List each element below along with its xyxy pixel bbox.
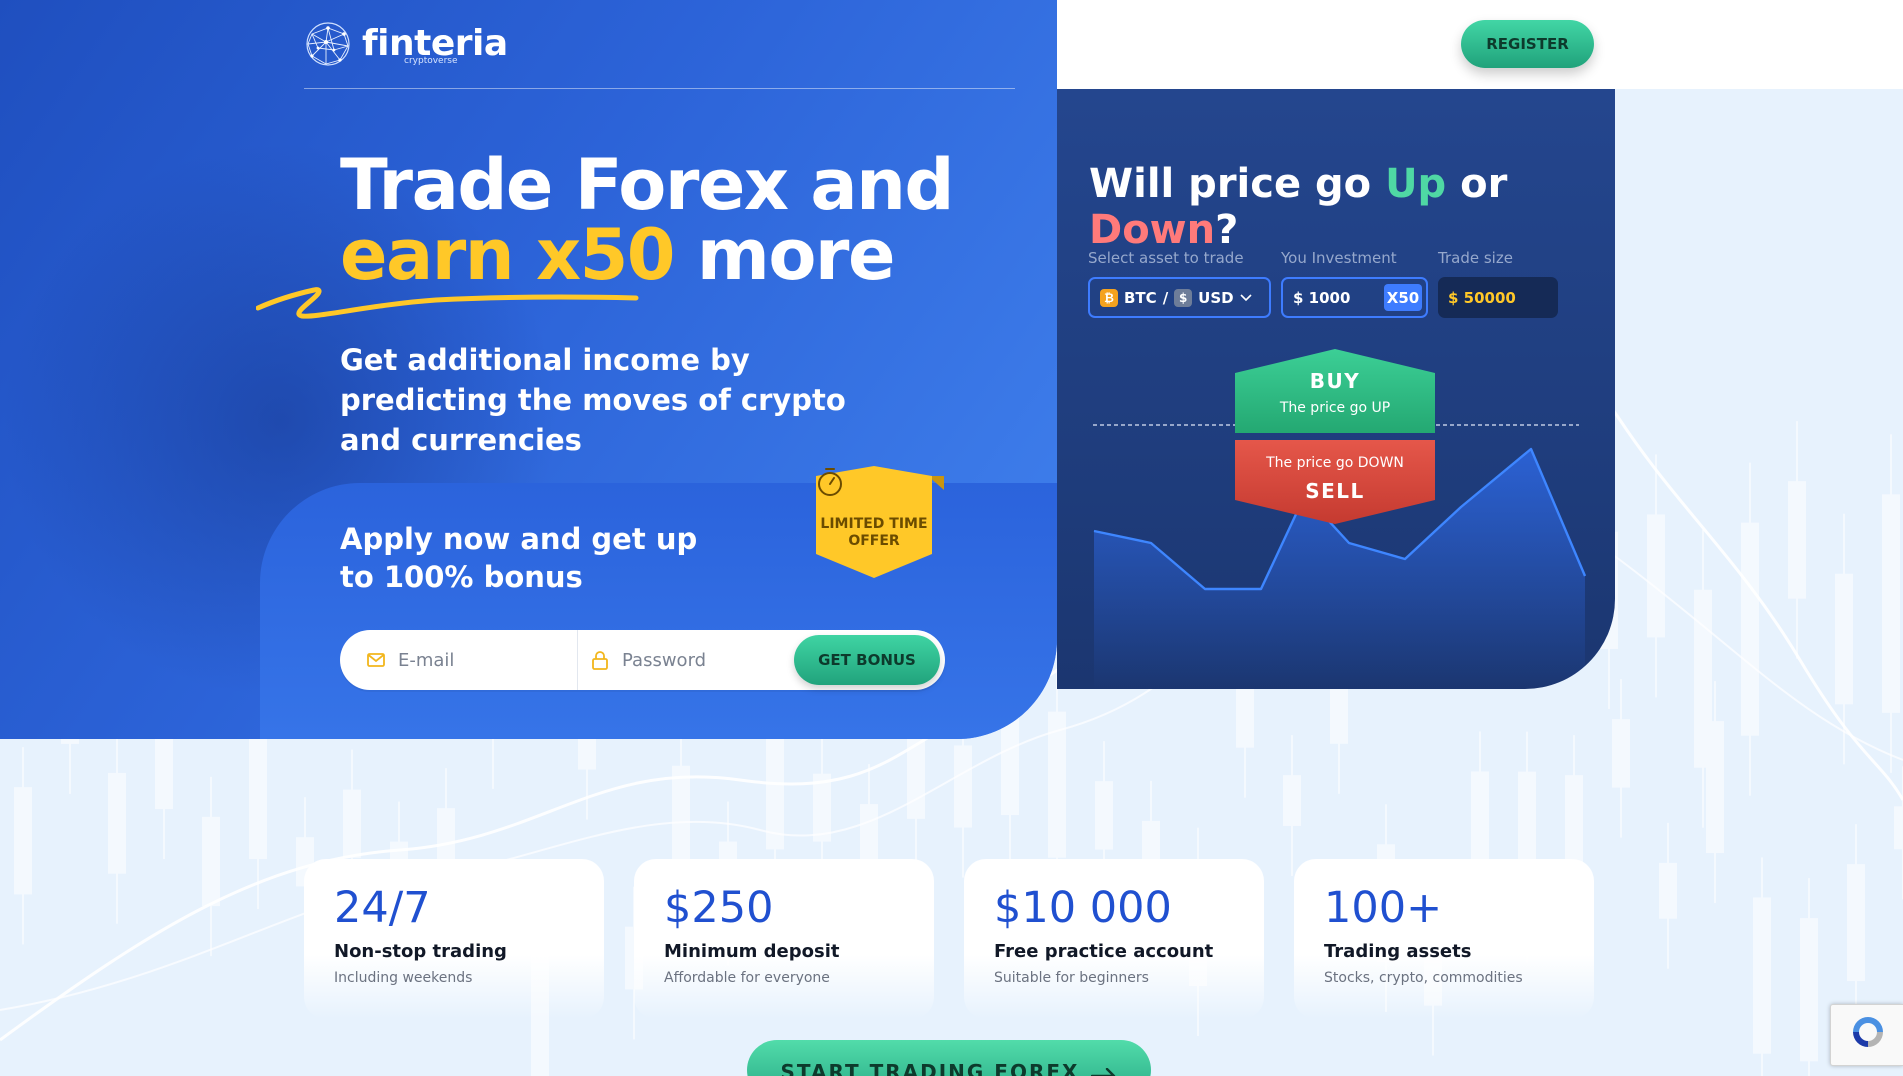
bg-candle-body (1847, 864, 1865, 982)
header-divider (304, 88, 1015, 89)
bg-candle-body (1095, 781, 1113, 850)
stat-value: $10 000 (994, 883, 1172, 933)
dollar-icon: $ (1174, 288, 1193, 307)
multiplier-badge: X50 (1384, 284, 1422, 311)
trade-widget: Will price go Up or Down? Select asset t… (1057, 89, 1615, 689)
stat-title: Trading assets (1324, 941, 1472, 962)
bg-candle-body (1800, 918, 1818, 1062)
recaptcha-icon (1853, 1017, 1883, 1047)
stat-value: $250 (664, 883, 774, 933)
asset-select-label: Select asset to trade (1088, 249, 1244, 267)
stat-card: 24/7 Non-stop trading Including weekends (304, 859, 604, 1019)
bg-candle-body (1659, 862, 1677, 919)
limited-offer-badge: LIMITED TIME OFFER (816, 466, 946, 578)
envelope-icon (367, 653, 385, 667)
bonus-title: Apply now and get up to 100% bonus (340, 522, 698, 594)
stats-row: 24/7 Non-stop trading Including weekends… (304, 859, 1594, 1019)
stat-value: 24/7 (334, 883, 431, 933)
bg-candle-body (1471, 771, 1489, 871)
title-up: Up (1385, 161, 1447, 207)
bg-candle-body (1894, 806, 1903, 850)
start-trading-label: START TRADING FOREX (780, 1060, 1080, 1076)
bg-candle-wick (1796, 421, 1798, 659)
stat-subtitle: Stocks, crypto, commodities (1324, 970, 1523, 986)
bg-candle-wick (1890, 434, 1892, 773)
trade-size-value: $ 50000 (1448, 288, 1516, 307)
email-input[interactable] (398, 649, 548, 671)
sell-button[interactable]: The price go DOWN SELL (1235, 440, 1435, 524)
bg-candle-body (202, 816, 220, 907)
bg-candle-body (1753, 897, 1771, 1054)
bg-candle-body (1283, 775, 1301, 826)
trade-size-label: Trade size (1438, 249, 1513, 267)
stat-card: 100+ Trading assets Stocks, crypto, comm… (1294, 859, 1594, 1019)
stat-subtitle: Suitable for beginners (994, 970, 1149, 986)
bg-candle-wick (1702, 529, 1704, 828)
hero-section: finteria cryptoverse Trade Forex and ear… (0, 0, 1057, 739)
stat-value: 100+ (1324, 883, 1443, 933)
stat-title: Non-stop trading (334, 941, 507, 962)
investment-value: $ 1000 (1293, 288, 1351, 307)
brand-tagline: cryptoverse (404, 56, 458, 66)
bonus-signup-form: GET BONUS (340, 630, 945, 690)
brand-logo[interactable]: finteria cryptoverse (304, 20, 508, 68)
asset-base: BTC (1124, 288, 1157, 307)
lock-icon (592, 651, 608, 670)
start-trading-button[interactable]: START TRADING FOREX (747, 1040, 1151, 1076)
buy-label: BUY (1309, 369, 1361, 393)
stat-card: $10 000 Free practice account Suitable f… (964, 859, 1264, 1019)
register-button[interactable]: REGISTER (1461, 20, 1594, 68)
recaptcha-badge[interactable] (1830, 1004, 1903, 1066)
stat-subtitle: Affordable for everyone (664, 970, 830, 986)
bg-candle-body (1612, 719, 1630, 788)
chevron-down-icon (1240, 293, 1252, 301)
asset-select[interactable]: ₿ BTC / $ USD (1088, 277, 1271, 318)
investment-input[interactable]: $ 1000 X50 (1281, 277, 1428, 318)
asset-separator: / (1162, 288, 1169, 307)
email-field-wrapper (340, 630, 578, 690)
stat-card: $250 Minimum deposit Affordable for ever… (634, 859, 934, 1019)
title-mid: or (1446, 161, 1508, 207)
stopwatch-icon (818, 468, 842, 496)
bg-candle-body (954, 745, 972, 828)
bg-candle-wick (1655, 454, 1657, 698)
network-globe-icon (306, 22, 350, 66)
sell-label: SELL (1305, 479, 1365, 503)
buy-button[interactable]: BUY The price go UP (1235, 349, 1435, 433)
stat-subtitle: Including weekends (334, 970, 473, 986)
bg-candle-body (1236, 680, 1254, 748)
stat-title: Minimum deposit (664, 941, 840, 962)
sell-subtitle: The price go DOWN (1266, 455, 1404, 471)
asset-quote: USD (1198, 288, 1234, 307)
title-prefix: Will price go (1089, 161, 1386, 207)
title-down: Down (1089, 207, 1216, 253)
bg-candle-body (249, 725, 267, 860)
badge-text: LIMITED TIME OFFER (820, 516, 928, 549)
buy-subtitle: The price go UP (1279, 400, 1391, 416)
bg-candle-body (343, 789, 361, 858)
bg-candle-body (108, 772, 126, 874)
bg-candle-body (1565, 775, 1583, 868)
bitcoin-icon: ₿ (1100, 288, 1118, 307)
stat-title: Free practice account (994, 941, 1214, 962)
title-suffix: ? (1215, 207, 1239, 253)
yellow-scribble-underline (256, 287, 639, 319)
hero-subheadline: Get additional income by predicting the … (340, 343, 846, 457)
trade-widget-title: Will price go Up or Down? (1089, 161, 1615, 253)
bg-candle-body (14, 787, 32, 895)
password-field-wrapper (578, 630, 791, 690)
bg-candle-body (672, 765, 690, 872)
arrow-right-icon (1091, 1068, 1116, 1076)
headline-tail: more (696, 214, 896, 296)
hero-headline: Trade Forex and earn x50 more (340, 150, 955, 290)
bg-candle-wick (1749, 462, 1751, 796)
password-input[interactable] (622, 649, 772, 671)
investment-label: You Investment (1281, 249, 1397, 267)
get-bonus-button[interactable]: GET BONUS (794, 635, 940, 685)
trade-size-display: $ 50000 (1438, 277, 1558, 318)
